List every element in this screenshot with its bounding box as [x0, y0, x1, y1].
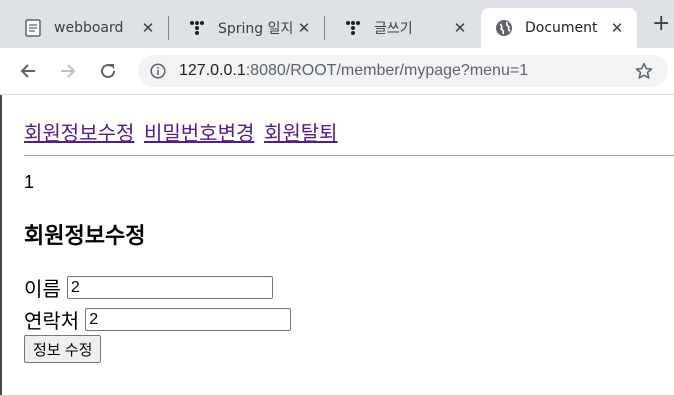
document-icon — [24, 19, 42, 37]
close-icon[interactable]: ✕ — [450, 18, 470, 38]
star-icon[interactable] — [634, 61, 654, 81]
globe-icon — [495, 19, 513, 37]
dots-logo-icon — [188, 19, 206, 37]
address-bar[interactable]: 127.0.0.1:8080/ROOT/member/mypage?menu=1 — [138, 55, 668, 87]
menu-link-change-password[interactable]: 비밀번호변경 — [144, 123, 254, 145]
menu-value: 1 — [24, 172, 35, 192]
back-icon[interactable] — [16, 59, 40, 83]
divider — [24, 155, 674, 156]
tab-document[interactable]: Document ✕ — [481, 8, 637, 48]
forward-icon[interactable] — [56, 59, 80, 83]
close-icon[interactable]: ✕ — [138, 18, 158, 38]
menu-link-edit-info[interactable]: 회원정보수정 — [24, 123, 134, 145]
tab-title: 글쓰기 — [374, 21, 413, 37]
tab-webboard[interactable]: webboard ✕ — [0, 8, 168, 48]
url-host: 127.0.0.1 — [179, 62, 246, 79]
tab-title: Document — [525, 20, 598, 36]
close-icon[interactable]: ✕ — [294, 18, 314, 38]
close-icon[interactable]: ✕ — [607, 18, 627, 38]
phone-label: 연락처 — [24, 311, 80, 333]
name-field[interactable] — [66, 276, 273, 299]
mypage-menu: 회원정보수정 비밀번호변경 회원탈퇴 — [24, 117, 342, 146]
tab-title: Spring 일지 — [218, 21, 294, 37]
dots-logo-icon — [344, 19, 362, 37]
name-row: 이름 — [24, 273, 273, 302]
phone-row: 연락처 — [24, 305, 292, 334]
name-label: 이름 — [24, 279, 61, 301]
url-path: :8080/ROOT/member/mypage?menu=1 — [245, 62, 529, 79]
menu-link-withdraw[interactable]: 회원탈퇴 — [264, 123, 338, 145]
tab-title: webboard — [54, 20, 124, 36]
new-tab-button[interactable]: + — [652, 13, 670, 35]
tab-strip: webboard ✕ Spring 일지 ✕ 글쓰기 ✕ Document ✕ … — [0, 0, 674, 48]
tab-write[interactable]: 글쓰기 ✕ — [320, 8, 480, 48]
phone-field[interactable] — [85, 308, 292, 331]
info-icon[interactable] — [149, 62, 167, 80]
page-title: 회원정보수정 — [24, 223, 146, 248]
update-info-button[interactable]: 정보 수정 — [24, 335, 102, 363]
reload-icon[interactable] — [96, 59, 120, 83]
browser-toolbar: 127.0.0.1:8080/ROOT/member/mypage?menu=1 — [0, 48, 674, 95]
page-content: 회원정보수정 비밀번호변경 회원탈퇴 1 회원정보수정 이름 연락처 정보 수정 — [0, 95, 674, 395]
tab-spring[interactable]: Spring 일지 ✕ — [164, 8, 324, 48]
url-text: 127.0.0.1:8080/ROOT/member/mypage?menu=1 — [179, 62, 528, 80]
